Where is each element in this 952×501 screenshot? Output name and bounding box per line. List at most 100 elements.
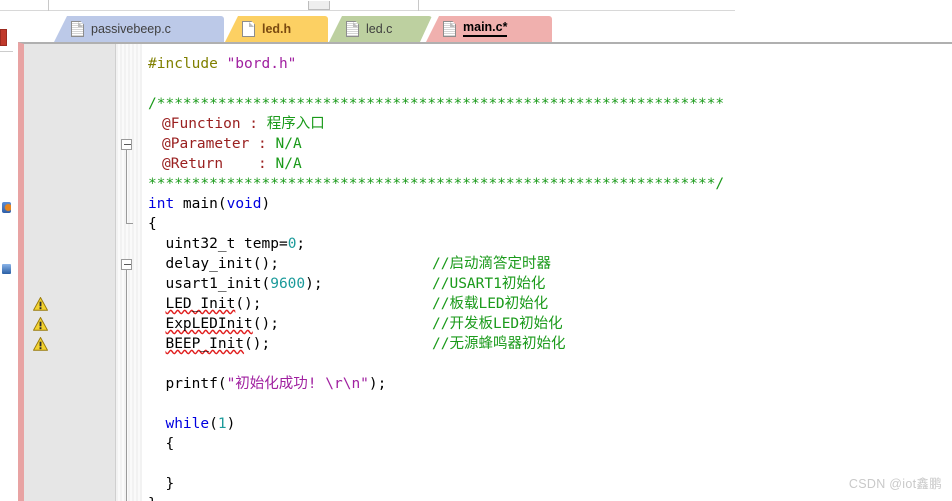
call-tail: (); [244, 336, 271, 352]
code-line-15: BEEP_Init(); //无源蜂鸣器初始化 [142, 334, 952, 354]
fold-connector [126, 150, 127, 223]
line-comment: //无源蜂鸣器初始化 [432, 336, 566, 352]
call-tail: ); [368, 376, 387, 392]
keyword-void: void [226, 196, 262, 212]
code-line-22: } [142, 474, 952, 494]
toolbar-separator [48, 0, 49, 11]
paren-open: ( [209, 416, 218, 432]
debug-icon[interactable] [2, 202, 11, 213]
paren-close: ) [226, 416, 236, 432]
code-line-13: LED_Init(); //板载LED初始化 [142, 294, 952, 314]
code-line-11: delay_init(); //启动滴答定时器 [142, 254, 952, 274]
fold-end-tick [126, 223, 133, 224]
call-delay-init: delay_init(); [148, 256, 279, 272]
comment-sep: : [249, 136, 276, 152]
number-literal: 1 [217, 416, 227, 432]
call-tail: ); [305, 276, 323, 292]
fold-toggle-comment[interactable] [121, 139, 132, 150]
code-canvas[interactable]: #include "bord.h" /*********************… [142, 44, 952, 501]
document-icon [346, 21, 359, 37]
comment-value-return: N/A [275, 156, 302, 172]
fold-connector [126, 270, 127, 501]
toolbar-strip [0, 0, 735, 11]
code-line-19: while(1) [142, 414, 952, 434]
unresolved-symbol-led-init: LED_Init [165, 296, 236, 312]
brace-open: { [148, 436, 175, 452]
line-number-gutter [24, 44, 116, 501]
stop-icon[interactable] [0, 29, 7, 46]
string-literal: "初始化成功! \r\n" [226, 376, 369, 392]
line-comment: //USART1初始化 [432, 276, 546, 292]
brace-close: } [148, 496, 157, 501]
variables-icon[interactable] [2, 264, 11, 274]
comment-open: /***************************************… [148, 96, 725, 112]
call-tail: (); [252, 316, 279, 332]
line-comment: //开发板LED初始化 [432, 316, 563, 332]
tab-label: led.c [366, 21, 393, 36]
code-line-8: int main(void) [142, 194, 952, 214]
code-line-12: usart1_init(9600); //USART1初始化 [142, 274, 952, 294]
unresolved-symbol-expledinit: ExpLEDInit [165, 316, 253, 332]
code-line-7: ****************************************… [142, 174, 952, 194]
warning-icon[interactable] [33, 317, 48, 331]
tab-label: passivebeep.c [91, 21, 171, 36]
include-path: "bord.h" [226, 56, 297, 72]
left-panel-strip [0, 11, 14, 501]
paren-close: ) [261, 196, 271, 212]
line-comment: //板载LED初始化 [432, 296, 549, 312]
code-line-9: { [142, 214, 952, 234]
document-icon [71, 21, 84, 37]
tab-main-c[interactable]: main.c* [426, 16, 552, 42]
call-tail: (); [235, 296, 262, 312]
warning-icon[interactable] [33, 337, 48, 351]
code-line-17: printf("初始化成功! \r\n"); [142, 374, 952, 394]
keyword-while: while [165, 416, 210, 432]
comment-value-parameter: N/A [275, 136, 302, 152]
unresolved-symbol-beep-init: BEEP_Init [165, 336, 245, 352]
watermark: CSDN @iot鑫鹏 [848, 477, 942, 491]
warning-icon[interactable] [33, 297, 48, 311]
code-line-10: uint32_t temp=0; [142, 234, 952, 254]
comment-tag-function: @Function [162, 116, 241, 132]
document-icon [242, 21, 255, 37]
semicolon: ; [296, 236, 306, 252]
document-icon [443, 21, 456, 37]
comment-sep: : [223, 156, 276, 172]
code-line-14: ExpLEDInit(); //开发板LED初始化 [142, 314, 952, 334]
keyword-int: int [148, 196, 175, 212]
tab-label: led.h [262, 21, 292, 36]
call-usart1-init: usart1_init( [148, 276, 271, 292]
tab-bar: passivebeep.c led.h led.c main.c* [14, 11, 952, 44]
function-name-main: main( [174, 196, 227, 212]
code-editor[interactable]: 1234567891011121314151617181920212223 #i… [18, 42, 952, 501]
line-comment: //启动滴答定时器 [432, 256, 551, 272]
tab-label: main.c* [463, 21, 508, 37]
code-line-1: #include "bord.h" [142, 54, 952, 74]
comment-tag-return: @Return [162, 156, 224, 172]
fold-toggle-main[interactable] [121, 259, 132, 270]
toolbar-button[interactable] [308, 1, 330, 10]
code-line-23: } [142, 494, 952, 501]
fold-margin[interactable] [116, 44, 142, 501]
preprocessor-directive: #include [148, 56, 218, 72]
tab-passivebeep-c[interactable]: passivebeep.c [54, 16, 224, 42]
comment-tag-parameter: @Parameter [162, 136, 250, 152]
declaration: uint32_t temp= [148, 236, 288, 252]
comment-value-function: 程序入口 [266, 116, 325, 132]
code-line-6: @Return : N/A [142, 154, 952, 174]
toolbar-separator [418, 0, 419, 11]
brace-close: } [148, 476, 175, 492]
tab-led-h[interactable]: led.h [225, 16, 328, 42]
call-printf: printf( [148, 376, 227, 392]
divider [0, 51, 13, 52]
code-line-4: @Function : 程序入口 [142, 114, 952, 134]
tab-led-c[interactable]: led.c [329, 16, 432, 42]
comment-sep: : [240, 116, 267, 132]
code-line-20: { [142, 434, 952, 454]
brace-open: { [148, 216, 157, 232]
number-literal: 9600 [270, 276, 306, 292]
